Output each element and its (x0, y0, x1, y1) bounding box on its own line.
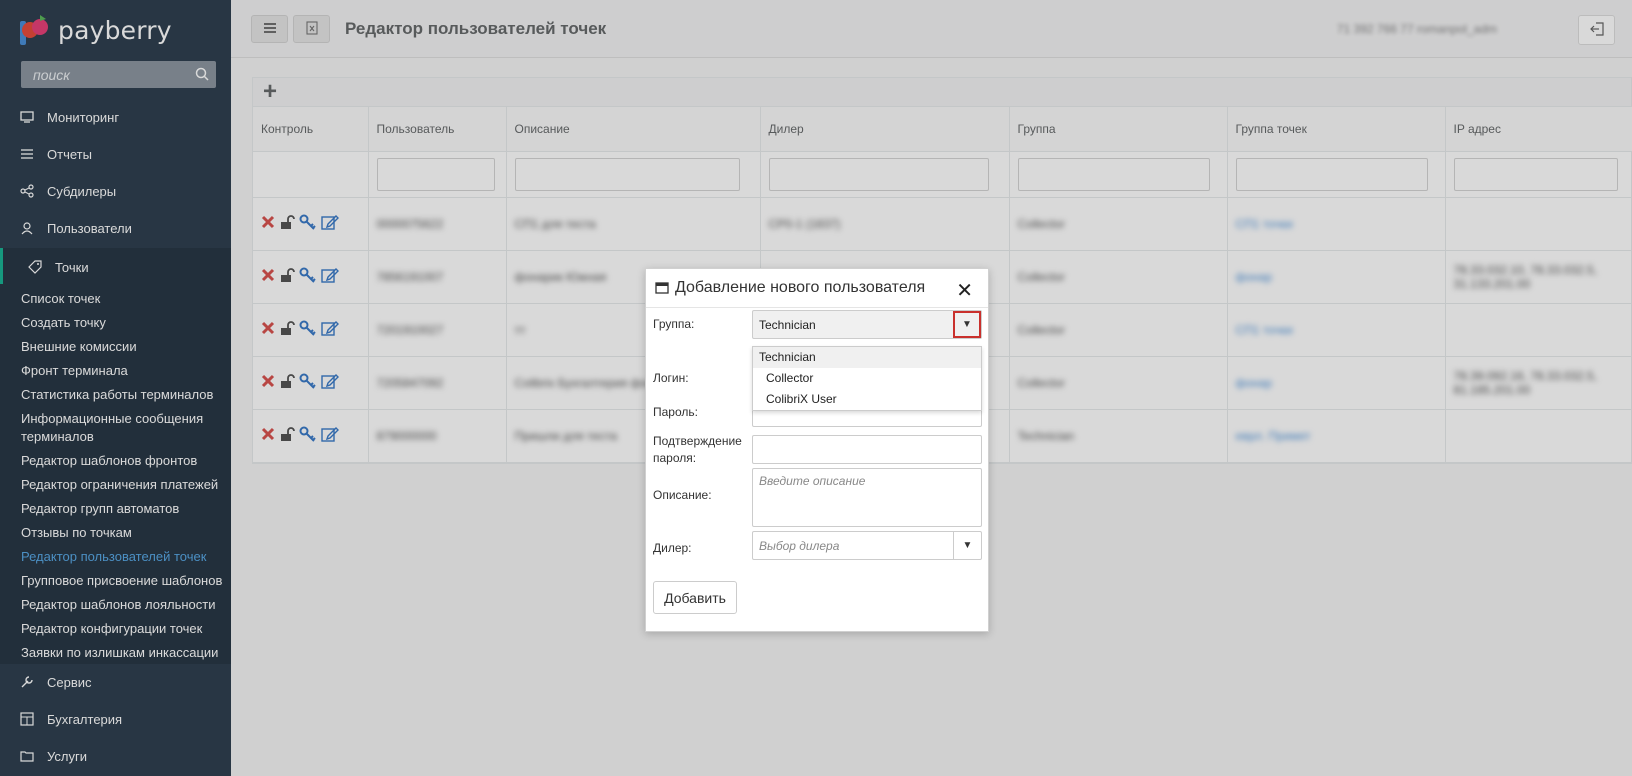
confirm-password-label: Подтверждение пароля: (653, 434, 742, 465)
group-option[interactable]: ColibriX User (753, 389, 981, 410)
dealer-select[interactable]: Выбор дилера ▼ (752, 531, 982, 560)
group-selected-value: Technician (759, 318, 816, 332)
dealer-label: Дилер: (653, 541, 692, 555)
password-label: Пароль: (653, 405, 698, 419)
chevron-down-icon[interactable]: ▼ (953, 532, 981, 559)
add-user-modal: Добавление нового пользователя ✕ Группа:… (645, 268, 989, 632)
modal-title: Добавление нового пользователя (675, 279, 926, 296)
confirm-password-field[interactable] (752, 435, 982, 464)
description-field[interactable]: Введите описание (752, 468, 982, 527)
group-select[interactable]: Technician ▼ (752, 310, 982, 339)
description-placeholder: Введите описание (759, 474, 866, 488)
dealer-placeholder: Выбор дилера (759, 539, 840, 553)
description-label: Описание: (653, 488, 712, 502)
login-label: Логин: (653, 371, 689, 385)
add-button[interactable]: Добавить (653, 581, 737, 614)
group-option[interactable]: Technician (753, 347, 981, 368)
close-icon[interactable]: ✕ (956, 278, 973, 303)
window-icon (655, 282, 669, 297)
modal-header: Добавление нового пользователя ✕ (646, 269, 988, 308)
group-dropdown-list: Technician Collector ColibriX User (752, 346, 982, 411)
chevron-down-icon[interactable]: ▼ (953, 311, 981, 338)
group-option[interactable]: Collector (753, 368, 981, 389)
group-label: Группа: (653, 317, 695, 331)
